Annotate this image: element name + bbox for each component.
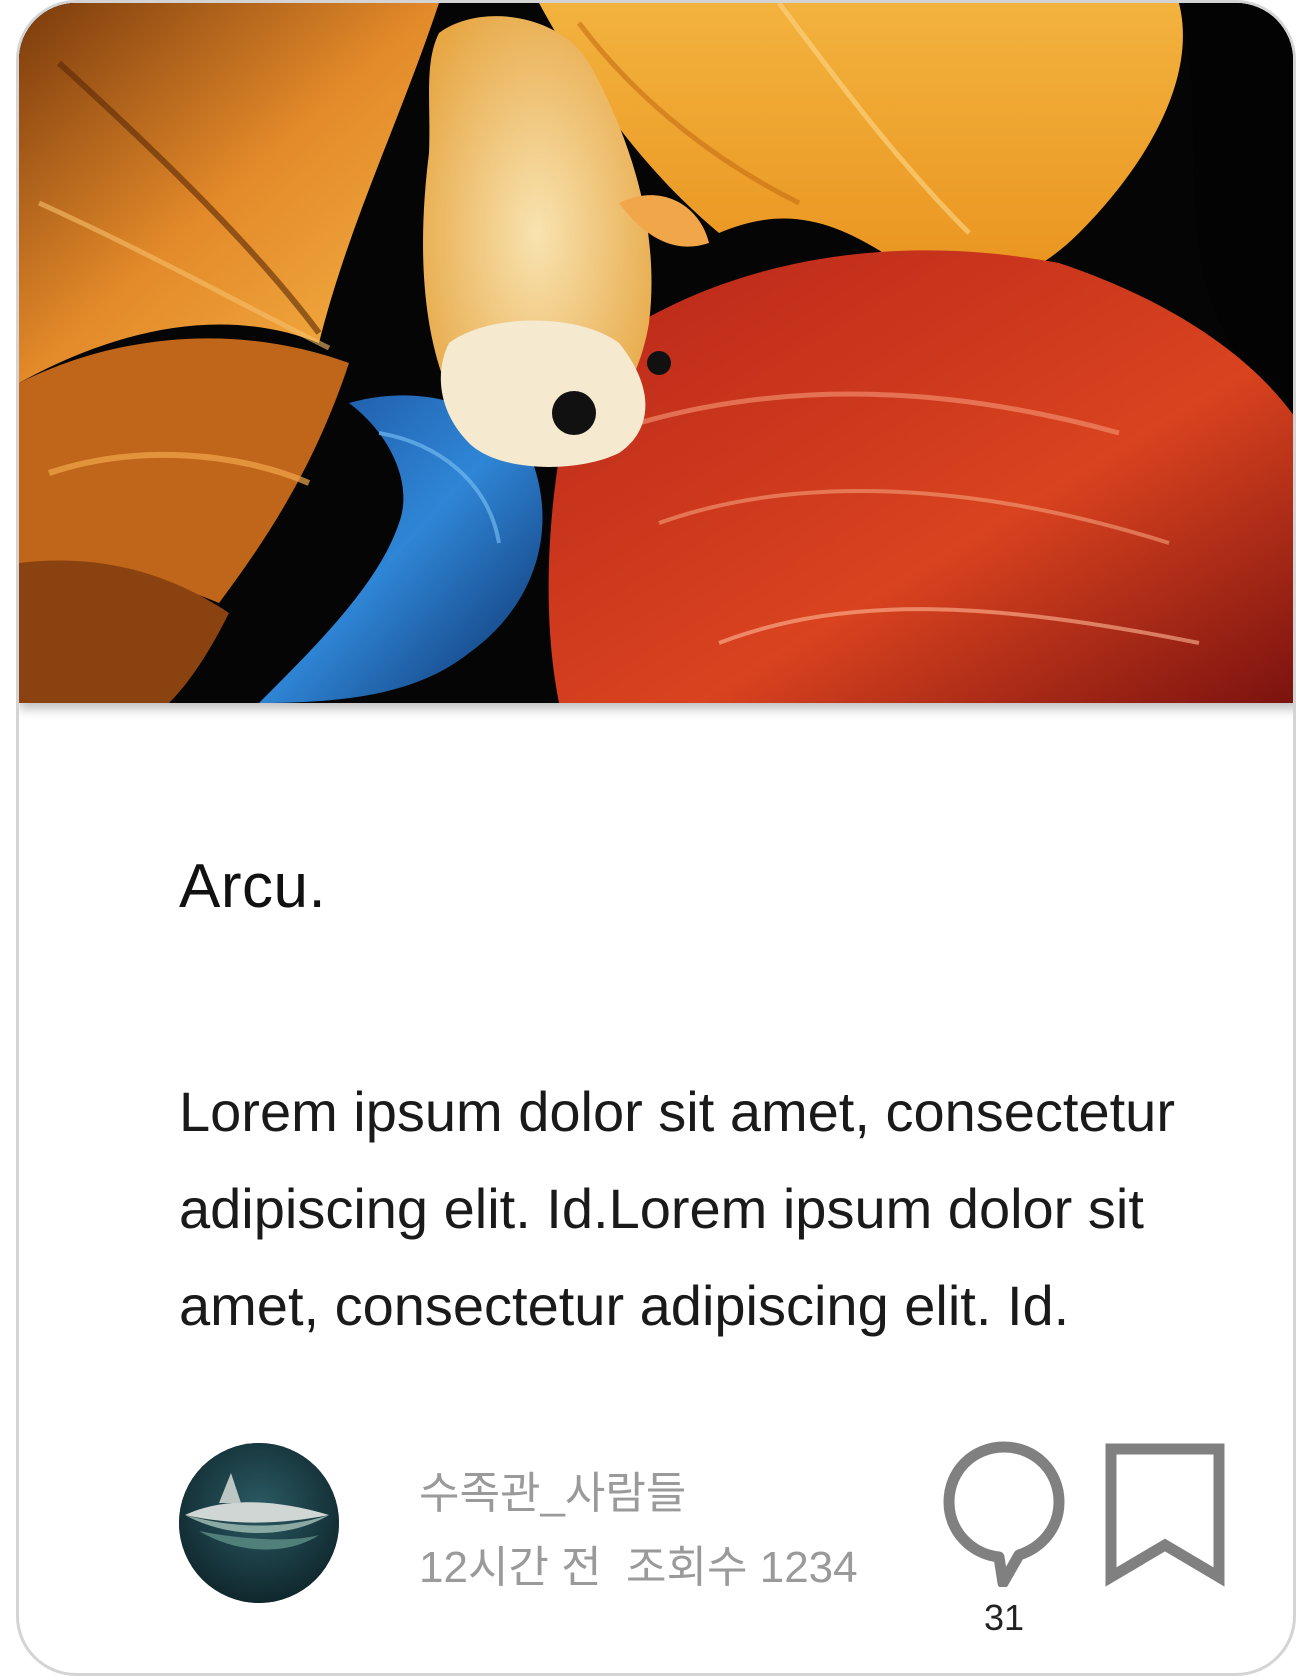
shark-avatar-image	[179, 1443, 339, 1603]
author-name[interactable]: 수족관_사람들	[419, 1457, 686, 1521]
post-meta: 12시간 전 조회수 1234	[419, 1543, 858, 1592]
post-card[interactable]: Arcu. Lorem ipsum dolor sit amet, consec…	[16, 0, 1296, 1676]
hero-image	[19, 3, 1293, 703]
bookmark-button[interactable]	[1101, 1439, 1229, 1587]
post-body: Lorem ipsum dolor sit amet, consectetur …	[179, 1080, 1175, 1337]
speech-bubble-icon	[943, 1441, 1065, 1589]
comment-button[interactable]	[939, 1439, 1069, 1589]
bookmark-icon	[1105, 1443, 1225, 1587]
author-avatar[interactable]	[179, 1443, 339, 1603]
comment-count: 31	[983, 1597, 1025, 1638]
post-title: Arcu.	[179, 852, 327, 921]
